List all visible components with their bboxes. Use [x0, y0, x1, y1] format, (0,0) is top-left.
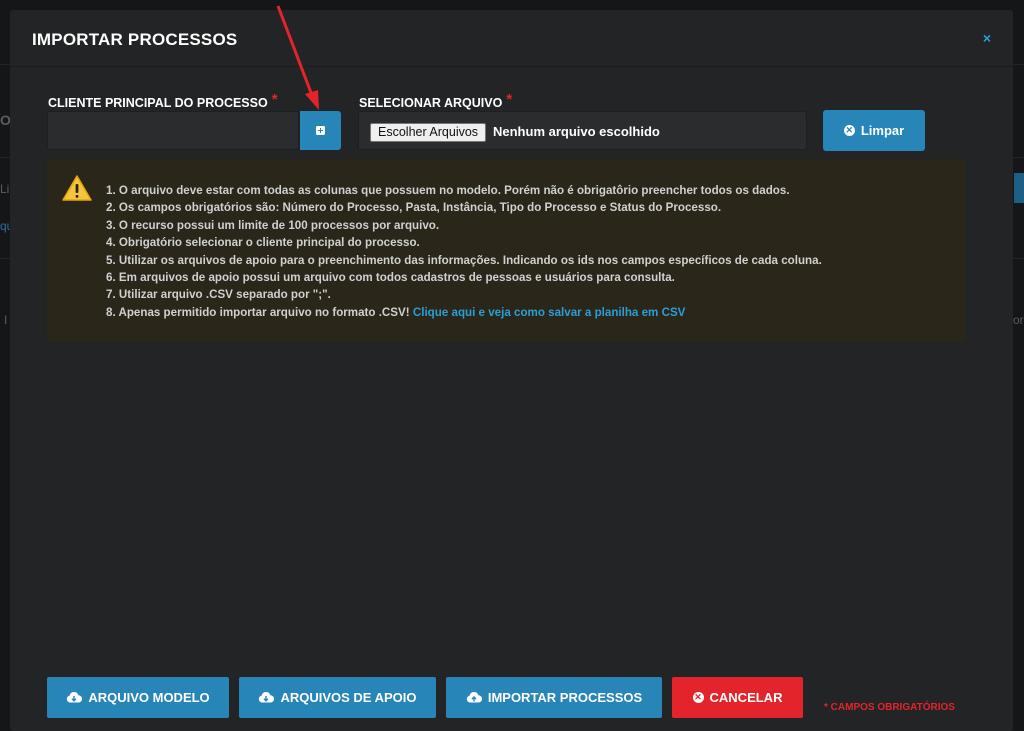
client-field-label-text: CLIENTE PRINCIPAL DO PROCESSO [48, 96, 268, 110]
close-icon[interactable]: × [983, 30, 991, 46]
instruction-item: 1. O arquivo deve estar com todas as col… [106, 184, 790, 197]
import-processes-button[interactable]: IMPORTAR PROCESSOS [446, 677, 662, 718]
instruction-item: 3. O recurso possui um limite de 100 pro… [106, 218, 440, 232]
instruction-item: 4. Obrigatório selecionar o cliente prin… [106, 236, 420, 250]
instructions-notice: 1. O arquivo deve estar com todas as col… [47, 159, 965, 342]
cloud-upload-icon [466, 692, 482, 703]
instruction-item: 7. Utilizar arquivo .CSV separado por ";… [106, 288, 331, 302]
support-files-button[interactable]: ARQUIVOS DE APOIO [239, 677, 436, 718]
choose-files-button[interactable]: Escolher Arquivos [370, 123, 487, 142]
circle-x-icon: ✕ [692, 692, 704, 703]
template-file-button-label: ARQUIVO MODELO [88, 690, 210, 705]
required-fields-note: * CAMPOS OBRIGATÓRIOS [824, 702, 955, 713]
file-field-label: SELECIONAR ARQUIVO * [359, 91, 513, 111]
cancel-button[interactable]: ✕ CANCELAR [672, 677, 803, 718]
client-input[interactable] [47, 111, 299, 150]
clear-button[interactable]: ✕ Limpar [823, 110, 925, 151]
import-processes-button-label: IMPORTAR PROCESSOS [487, 690, 643, 705]
warning-icon [62, 175, 92, 201]
background-button [1014, 173, 1024, 203]
instruction-item: 6. Em arquivos de apoio possui um arquiv… [106, 270, 675, 284]
file-input[interactable]: Escolher Arquivos Nenhum arquivo escolhi… [358, 111, 807, 150]
plus-square-icon [316, 126, 325, 135]
file-status-text: Nenhum arquivo escolhido [493, 124, 660, 139]
instruction-item-text: 8. Apenas permitido importar arquivo no … [106, 305, 410, 319]
modal-header: IMPORTAR PROCESSOS × [10, 10, 1013, 67]
file-field-label-text: SELECIONAR ARQUIVO [359, 96, 503, 110]
clear-button-label: Limpar [860, 123, 905, 138]
add-client-button[interactable] [300, 111, 341, 150]
cloud-download-icon [67, 692, 83, 703]
support-files-button-label: ARQUIVOS DE APOIO [280, 690, 417, 705]
background-text: orr [1013, 313, 1024, 327]
template-file-button[interactable]: ARQUIVO MODELO [47, 677, 229, 718]
modal-title: IMPORTAR PROCESSOS [32, 30, 238, 49]
client-field-label: CLIENTE PRINCIPAL DO PROCESSO * [48, 91, 278, 111]
instruction-item: 2. Os campos obrigatórios são: Número do… [106, 201, 722, 215]
instruction-item: 8. Apenas permitido importar arquivo no … [106, 304, 822, 321]
circle-x-icon: ✕ [843, 125, 855, 136]
csv-help-link[interactable]: Clique aqui e veja como salvar a planilh… [413, 306, 686, 319]
instructions-list: 1. O arquivo deve estar com todas as col… [106, 182, 822, 321]
cloud-download-icon [259, 692, 275, 703]
cancel-button-label: CANCELAR [709, 690, 783, 705]
required-mark: * [506, 91, 513, 108]
instruction-item: 5. Utilizar os arquivos de apoio para o … [106, 253, 822, 267]
import-processes-modal: IMPORTAR PROCESSOS × CLIENTE PRINCIPAL D… [10, 10, 1013, 731]
background-text: I [4, 313, 8, 327]
required-mark: * [271, 91, 278, 108]
